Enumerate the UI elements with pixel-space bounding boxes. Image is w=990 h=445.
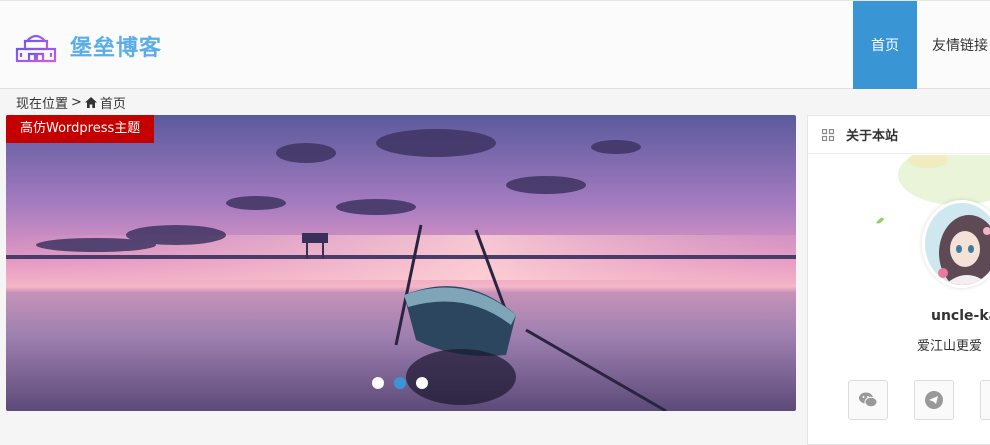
- breadcrumb-prefix: 现在位置: [16, 97, 69, 112]
- site-header: 堡垒博客 首页 友情链接: [0, 0, 990, 89]
- slide-tag[interactable]: 高仿Wordpress主题: [6, 115, 155, 143]
- slider-dot[interactable]: [372, 377, 384, 389]
- slider-dots: [372, 377, 428, 389]
- grid-icon: [821, 128, 835, 141]
- author-motto: 爱江山更爱: [917, 339, 983, 354]
- author-name[interactable]: uncle-ka: [931, 308, 990, 324]
- image-slider[interactable]: 高仿Wordpress主题: [6, 115, 796, 411]
- slide-image: [6, 115, 796, 411]
- castle-icon[interactable]: [14, 25, 58, 65]
- wechat-icon[interactable]: [848, 380, 888, 420]
- slider-dot-active[interactable]: [394, 377, 406, 389]
- breadcrumb-separator: >: [71, 95, 82, 110]
- about-header: 关于本站: [808, 116, 990, 154]
- about-title: 关于本站: [846, 129, 899, 144]
- social-button[interactable]: [980, 380, 990, 420]
- avatar[interactable]: [922, 200, 990, 288]
- breadcrumb-current[interactable]: 首页: [100, 93, 126, 112]
- nav-item-home[interactable]: 首页: [853, 1, 917, 89]
- breadcrumb: 现在位置 > 首页: [16, 93, 126, 112]
- home-icon[interactable]: [84, 97, 97, 108]
- telegram-icon[interactable]: [914, 380, 954, 420]
- site-name[interactable]: 堡垒博客: [70, 30, 162, 62]
- about-widget: 关于本站 uncle-ka 爱江山更爱: [807, 115, 990, 445]
- nav-item-links[interactable]: 友情链接: [932, 1, 990, 89]
- slider-dot[interactable]: [416, 377, 428, 389]
